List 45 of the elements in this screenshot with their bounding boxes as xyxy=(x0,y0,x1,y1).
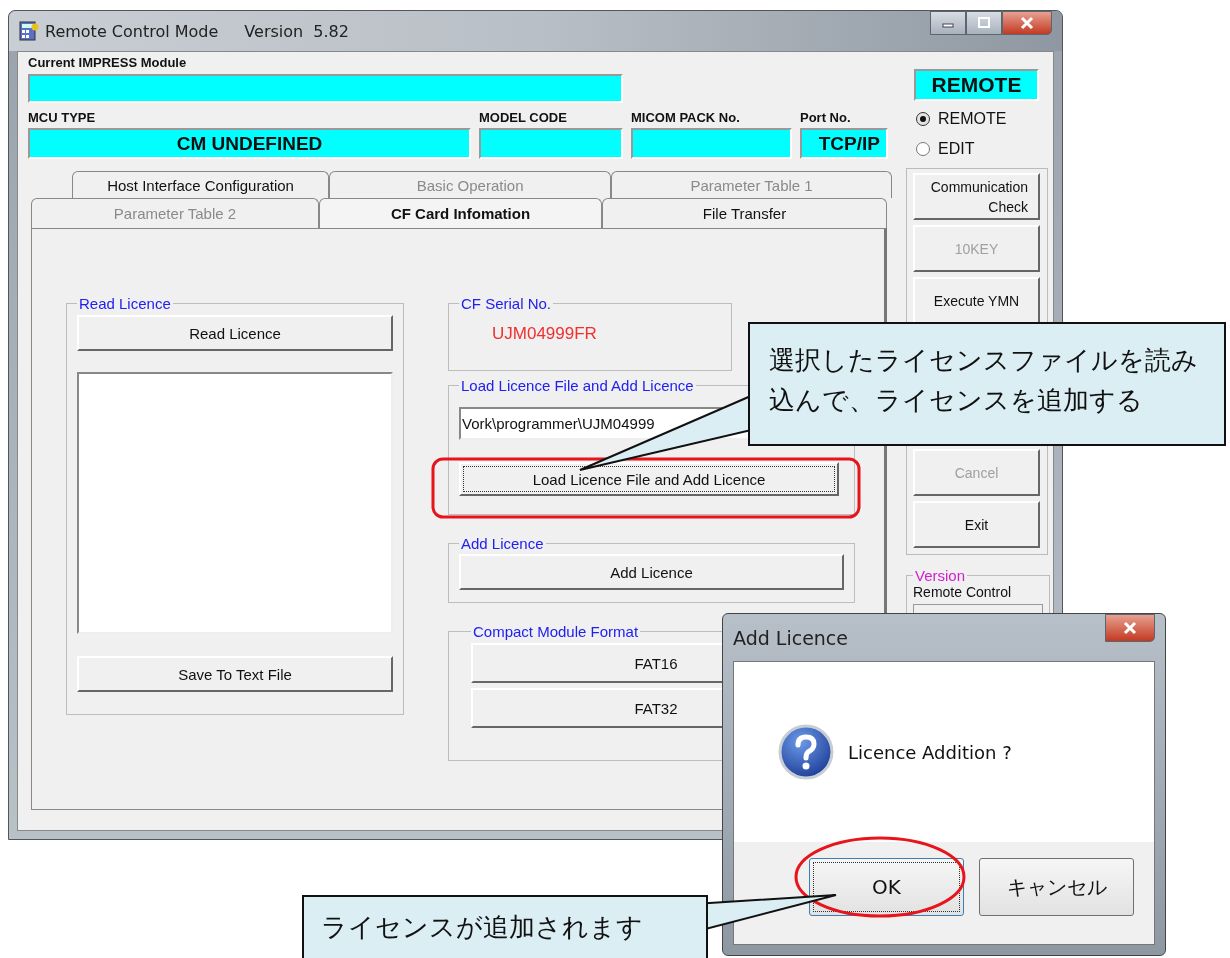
tab[interactable]: CF Card Infomation xyxy=(319,198,602,228)
mode-indicator: REMOTE xyxy=(914,69,1039,101)
dialog-message: Licence Addition ? xyxy=(848,741,1012,763)
side-button[interactable]: Exit xyxy=(913,501,1040,548)
close-icon xyxy=(1019,16,1035,30)
group-title: Add Licence xyxy=(460,535,545,552)
callout: 選択したライセンスファイルを読み込んで、ライセンスを追加する xyxy=(748,322,1226,446)
field-label: MODEL CODE xyxy=(479,109,568,126)
radio-button[interactable] xyxy=(916,142,930,156)
tab[interactable]: Host Interface Configuration xyxy=(72,171,330,198)
version-label: Version 5.82 xyxy=(244,21,349,41)
version-caption: Remote Control xyxy=(913,584,1013,600)
group-title: Version xyxy=(914,567,967,584)
field-label: MCU TYPE xyxy=(28,109,97,126)
group-title: Compact Module Format xyxy=(472,623,640,640)
serial-number: UJM04999FR xyxy=(492,324,598,344)
add-licence-button[interactable]: Add Licence xyxy=(459,554,844,590)
save-button[interactable]: Save To Text File xyxy=(77,656,393,692)
load-licence-button[interactable]: Load Licence File and Add Licence xyxy=(459,462,839,496)
group-title: CF Serial No. xyxy=(460,295,553,312)
field-label: Current IMPRESS Module xyxy=(28,54,188,71)
side-button[interactable]: Communication Check xyxy=(913,173,1040,220)
field-label: MICOM PACK No. xyxy=(631,109,741,126)
info-field: CM UNDEFINED xyxy=(28,128,471,159)
radio-button[interactable] xyxy=(916,112,930,126)
close-button[interactable] xyxy=(1002,11,1052,35)
read-licence-button[interactable]: Read Licence xyxy=(77,315,393,351)
question-icon xyxy=(778,724,834,780)
window-title: Remote Control Mode xyxy=(45,21,219,41)
side-button[interactable]: Execute YMN xyxy=(913,277,1040,324)
radio-label[interactable]: REMOTE xyxy=(938,110,1007,128)
tab[interactable]: File Transfer xyxy=(602,198,887,228)
close-button[interactable] xyxy=(1105,614,1155,642)
group-title: Read Licence xyxy=(78,295,172,312)
info-field: TCP/IP xyxy=(800,128,888,159)
field-label: Port No. xyxy=(800,109,852,126)
close-icon xyxy=(1122,621,1138,635)
dialog-button[interactable]: キャンセル xyxy=(979,858,1134,916)
calculator-icon xyxy=(19,21,39,41)
group-title: Load Licence File and Add Licence xyxy=(460,377,695,394)
maximize-button[interactable] xyxy=(966,11,1002,35)
minimize-button[interactable] xyxy=(930,11,966,35)
maximize-icon xyxy=(977,17,991,29)
dialog-button[interactable]: OK xyxy=(809,858,964,916)
radio-label[interactable]: EDIT xyxy=(938,140,975,158)
